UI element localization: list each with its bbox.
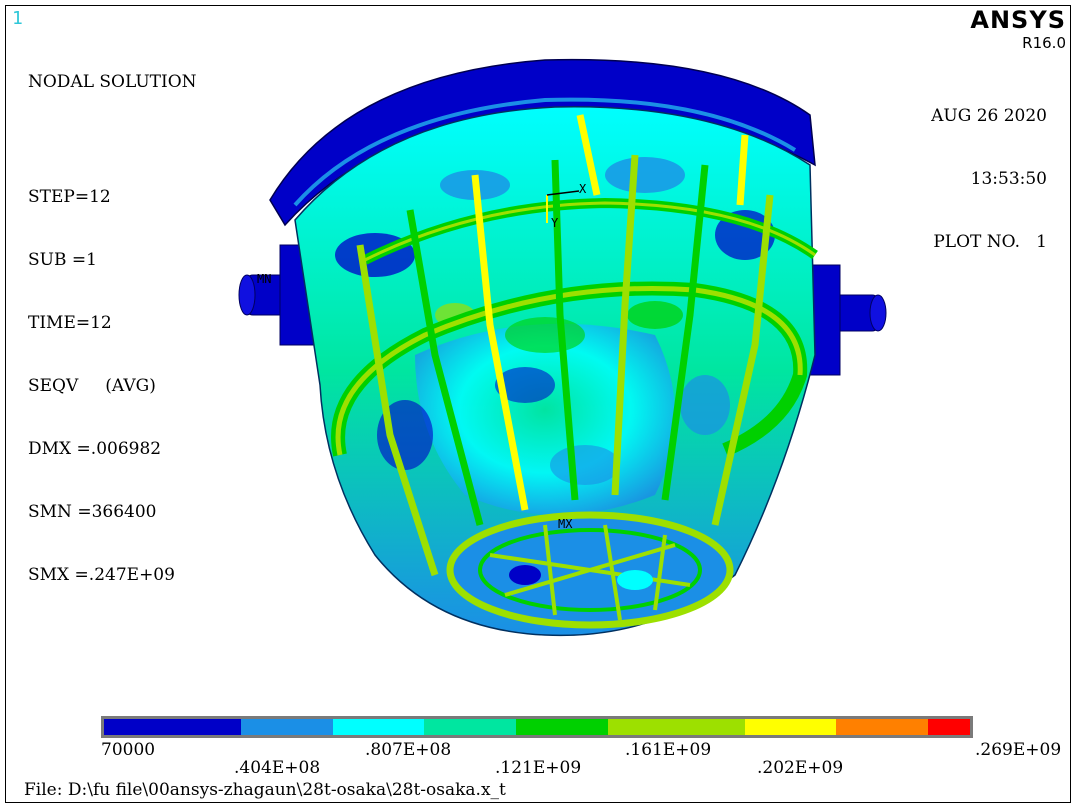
ansys-brand: ANSYS R16.0 bbox=[970, 6, 1066, 52]
legend-label: .807E+08 bbox=[365, 740, 452, 760]
plot-number: PLOT NO. 1 bbox=[933, 232, 1047, 252]
axis-x-label: X bbox=[579, 182, 587, 196]
plot-time: 13:53:50 bbox=[970, 169, 1047, 189]
info-line: SEQV (AVG) bbox=[28, 376, 156, 396]
ansys-logo: ANSYS bbox=[970, 6, 1066, 34]
legend-color-segment bbox=[836, 719, 928, 735]
legend-label: .161E+09 bbox=[625, 740, 712, 760]
info-line: SMN =366400 bbox=[28, 502, 157, 522]
legend-color-segment bbox=[515, 719, 608, 735]
legend-label: .404E+08 bbox=[234, 758, 321, 778]
info-line: SMX =.247E+09 bbox=[28, 565, 175, 585]
legend-color-segment bbox=[744, 719, 837, 735]
info-line bbox=[28, 135, 197, 145]
info-line: NODAL SOLUTION bbox=[28, 72, 197, 92]
legend-color-segment bbox=[240, 719, 333, 735]
info-line: DMX =.006982 bbox=[28, 439, 162, 459]
plot-info: NODAL SOLUTION STEP=12 SUB =1 TIME=12 SE… bbox=[28, 30, 197, 607]
info-line: TIME=12 bbox=[28, 313, 112, 333]
legend-color-segment bbox=[607, 719, 745, 735]
axis-y-label: Y bbox=[551, 216, 559, 230]
legend-color-segment bbox=[332, 719, 425, 735]
max-label: MX bbox=[558, 517, 573, 531]
legend-label: .269E+09 bbox=[975, 740, 1062, 760]
bottom-grid bbox=[446, 511, 734, 629]
min-label: MN bbox=[257, 272, 271, 286]
contour-legend-bar bbox=[101, 716, 973, 738]
legend-label: .121E+09 bbox=[495, 758, 582, 778]
legend-color-segment bbox=[927, 719, 970, 735]
plot-date: AUG 26 2020 bbox=[931, 106, 1047, 126]
info-line: STEP=12 bbox=[28, 187, 111, 207]
file-path: File: D:\fu file\00ansys-zhagaun\28t-osa… bbox=[24, 780, 506, 800]
info-line: SUB =1 bbox=[28, 250, 97, 270]
legend-color-segment bbox=[104, 719, 241, 735]
ansys-version: R16.0 bbox=[1022, 34, 1066, 52]
stress-contour-model[interactable]: MN MX X Y bbox=[225, 55, 895, 655]
window-number: 1 bbox=[12, 8, 23, 29]
legend-label: 70000 bbox=[101, 740, 156, 760]
date-block: AUG 26 2020 13:53:50 PLOT NO. 1 bbox=[931, 64, 1047, 274]
legend-label: .202E+09 bbox=[757, 758, 844, 778]
legend-color-segment bbox=[424, 719, 516, 735]
